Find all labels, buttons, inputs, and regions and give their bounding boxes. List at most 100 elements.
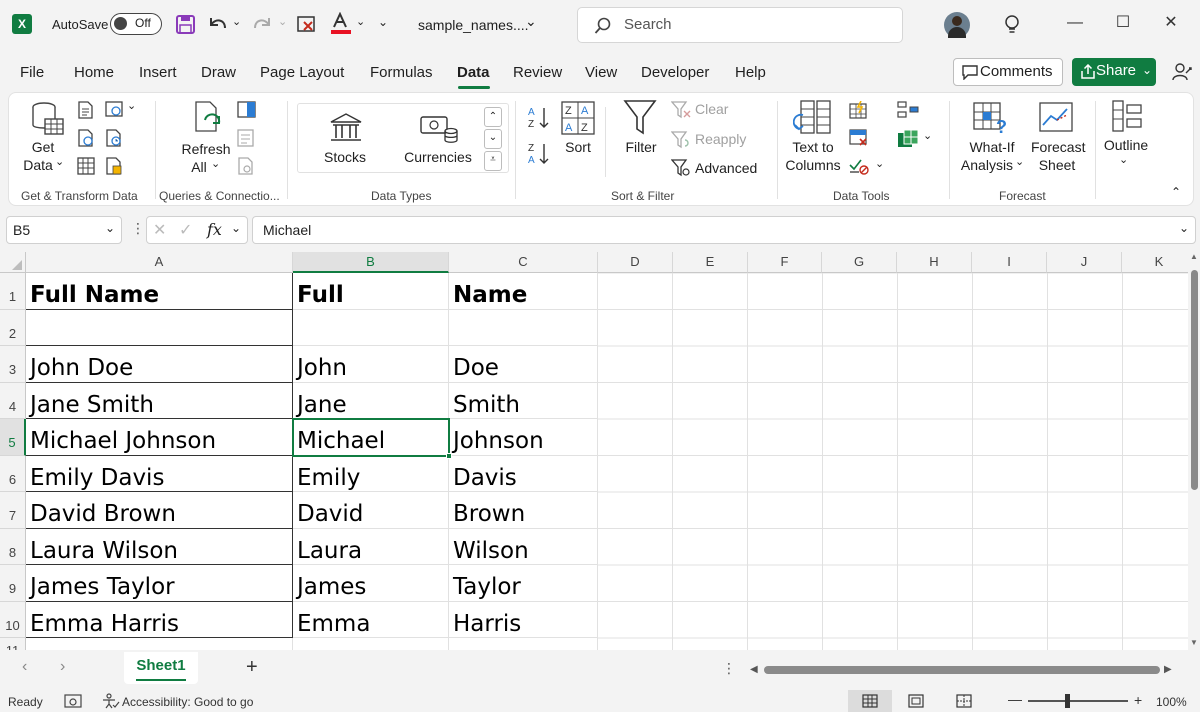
normal-view-button[interactable] [848,690,892,712]
clear-label[interactable]: Clear [695,101,728,117]
cell-a8[interactable]: Laura Wilson [26,529,293,565]
column-header-k[interactable]: K [1122,252,1188,273]
avatar[interactable] [944,12,970,38]
sort-icon[interactable]: Z A A Z [561,101,595,135]
redo-dropdown-icon[interactable]: ⌄ [278,15,287,28]
tab-data[interactable]: Data [457,64,490,81]
text-to-columns-icon[interactable] [793,99,833,137]
maximize-button[interactable]: ☐ [1114,14,1132,32]
edit-links-icon[interactable] [237,157,255,175]
minimize-button[interactable]: — [1066,14,1084,32]
filter-label[interactable]: Filter [623,139,659,155]
row-header-8[interactable]: 8 [0,529,26,565]
column-header-b[interactable]: B [293,252,449,273]
currencies-label[interactable]: Currencies [403,149,473,165]
row-header-5[interactable]: 5 [0,419,26,456]
row-header-9[interactable]: 9 [0,565,26,602]
lightbulb-icon[interactable] [1003,14,1021,36]
cell-a9[interactable]: James Taylor [26,565,293,602]
from-table-icon[interactable] [77,157,95,175]
macro-record-icon[interactable] [64,694,82,708]
what-if-dropdown-icon[interactable]: ⌄ [1015,155,1024,168]
tab-page-layout[interactable]: Page Layout [260,64,344,81]
cell-c10[interactable]: Harris [449,602,598,638]
column-header-h[interactable]: H [897,252,972,273]
zoom-out-button[interactable]: — [1008,691,1022,707]
scroll-right-icon[interactable]: ▶ [1164,664,1172,675]
stocks-label[interactable]: Stocks [323,149,367,165]
cell-a6[interactable]: Emily Davis [26,456,293,492]
redo-icon[interactable] [250,14,274,36]
gallery-expand-button[interactable]: ⩡ [484,151,502,171]
cell-a1[interactable]: Full Name [26,273,293,310]
currencies-icon[interactable] [419,113,459,145]
tab-split-handle-icon[interactable]: ⋮ [722,660,736,677]
properties-icon[interactable] [237,129,255,147]
tab-file[interactable]: File [20,64,44,81]
column-header-c[interactable]: C [449,252,598,273]
row-header-11[interactable]: 11 [0,638,26,650]
tab-home[interactable]: Home [74,64,114,81]
scroll-down-icon[interactable]: ▼ [1190,638,1198,647]
share-button[interactable]: Share ⌄ [1072,58,1156,86]
cell-a3[interactable]: John Doe [26,346,293,383]
refresh-all-label-2[interactable]: All [189,159,209,175]
refresh-all-label[interactable]: Refresh [181,141,231,157]
row-header-4[interactable]: 4 [0,383,26,419]
empty-cells-area[interactable] [598,273,1188,650]
file-name[interactable]: sample_names.... [418,17,529,33]
cell-c7[interactable]: Brown [449,492,598,529]
existing-connections-icon[interactable] [105,157,123,175]
expand-formula-icon[interactable]: ⌄ [1179,221,1189,235]
get-data-label-2[interactable]: Data [21,157,55,173]
cell-b1[interactable]: Full [293,273,449,310]
cell-c2[interactable] [449,310,598,346]
cell-a11[interactable] [26,638,293,650]
gallery-down-button[interactable]: ⌄ [484,129,502,149]
cell-b4[interactable]: Jane [293,383,449,419]
what-if-analysis-icon[interactable]: ? [973,101,1009,135]
from-web-icon[interactable] [105,101,125,119]
column-header-i[interactable]: I [972,252,1047,273]
cell-c5[interactable]: Johnson [449,419,598,456]
save-icon[interactable] [176,15,196,35]
what-if-label-2[interactable]: Analysis [959,157,1015,173]
queries-connections-icon[interactable] [237,101,257,119]
zoom-slider-thumb[interactable] [1065,694,1070,708]
close-button[interactable]: ✕ [1162,14,1180,32]
cell-c1[interactable]: Name [449,273,598,310]
forecast-sheet-label-2[interactable]: Sheet [1037,157,1077,173]
from-web-page-icon[interactable] [77,129,95,147]
cell-b2[interactable] [293,310,449,346]
autosave-toggle[interactable]: Off [110,13,162,35]
page-layout-view-icon[interactable] [908,694,924,708]
scroll-up-icon[interactable]: ▲ [1190,252,1198,261]
data-model-icon[interactable] [897,129,919,149]
people-icon[interactable] [1172,62,1192,82]
row-header-10[interactable]: 10 [0,602,26,638]
fill-handle[interactable] [446,453,452,459]
clear-format-icon[interactable] [296,14,318,36]
forecast-sheet-label[interactable]: Forecast [1031,139,1085,155]
cell-a10[interactable]: Emma Harris [26,602,293,638]
name-box[interactable]: B5 ⌄ [6,216,122,244]
forecast-sheet-icon[interactable] [1039,101,1075,135]
cancel-icon[interactable]: ✕ [153,220,166,240]
fx-dropdown-icon[interactable]: ⌄ [231,221,241,235]
cell-c9[interactable]: Taylor [449,565,598,602]
accessibility-icon[interactable] [102,693,120,709]
vertical-scrollbar[interactable]: ▲ ▼ [1188,252,1200,650]
reapply-icon[interactable] [671,131,691,149]
cell-a7[interactable]: David Brown [26,492,293,529]
tab-insert[interactable]: Insert [139,64,177,81]
recent-sources-icon[interactable] [105,129,123,147]
from-text-icon[interactable] [77,101,95,119]
row-header-7[interactable]: 7 [0,492,26,529]
cell-b11[interactable] [293,638,449,650]
undo-dropdown-icon[interactable]: ⌄ [232,15,241,28]
filter-icon[interactable] [623,99,657,137]
prev-sheet-icon[interactable]: ‹ [22,658,27,676]
vertical-scroll-thumb[interactable] [1191,270,1198,490]
zoom-slider-track[interactable] [1028,700,1128,702]
page-break-view-icon[interactable] [956,694,972,708]
